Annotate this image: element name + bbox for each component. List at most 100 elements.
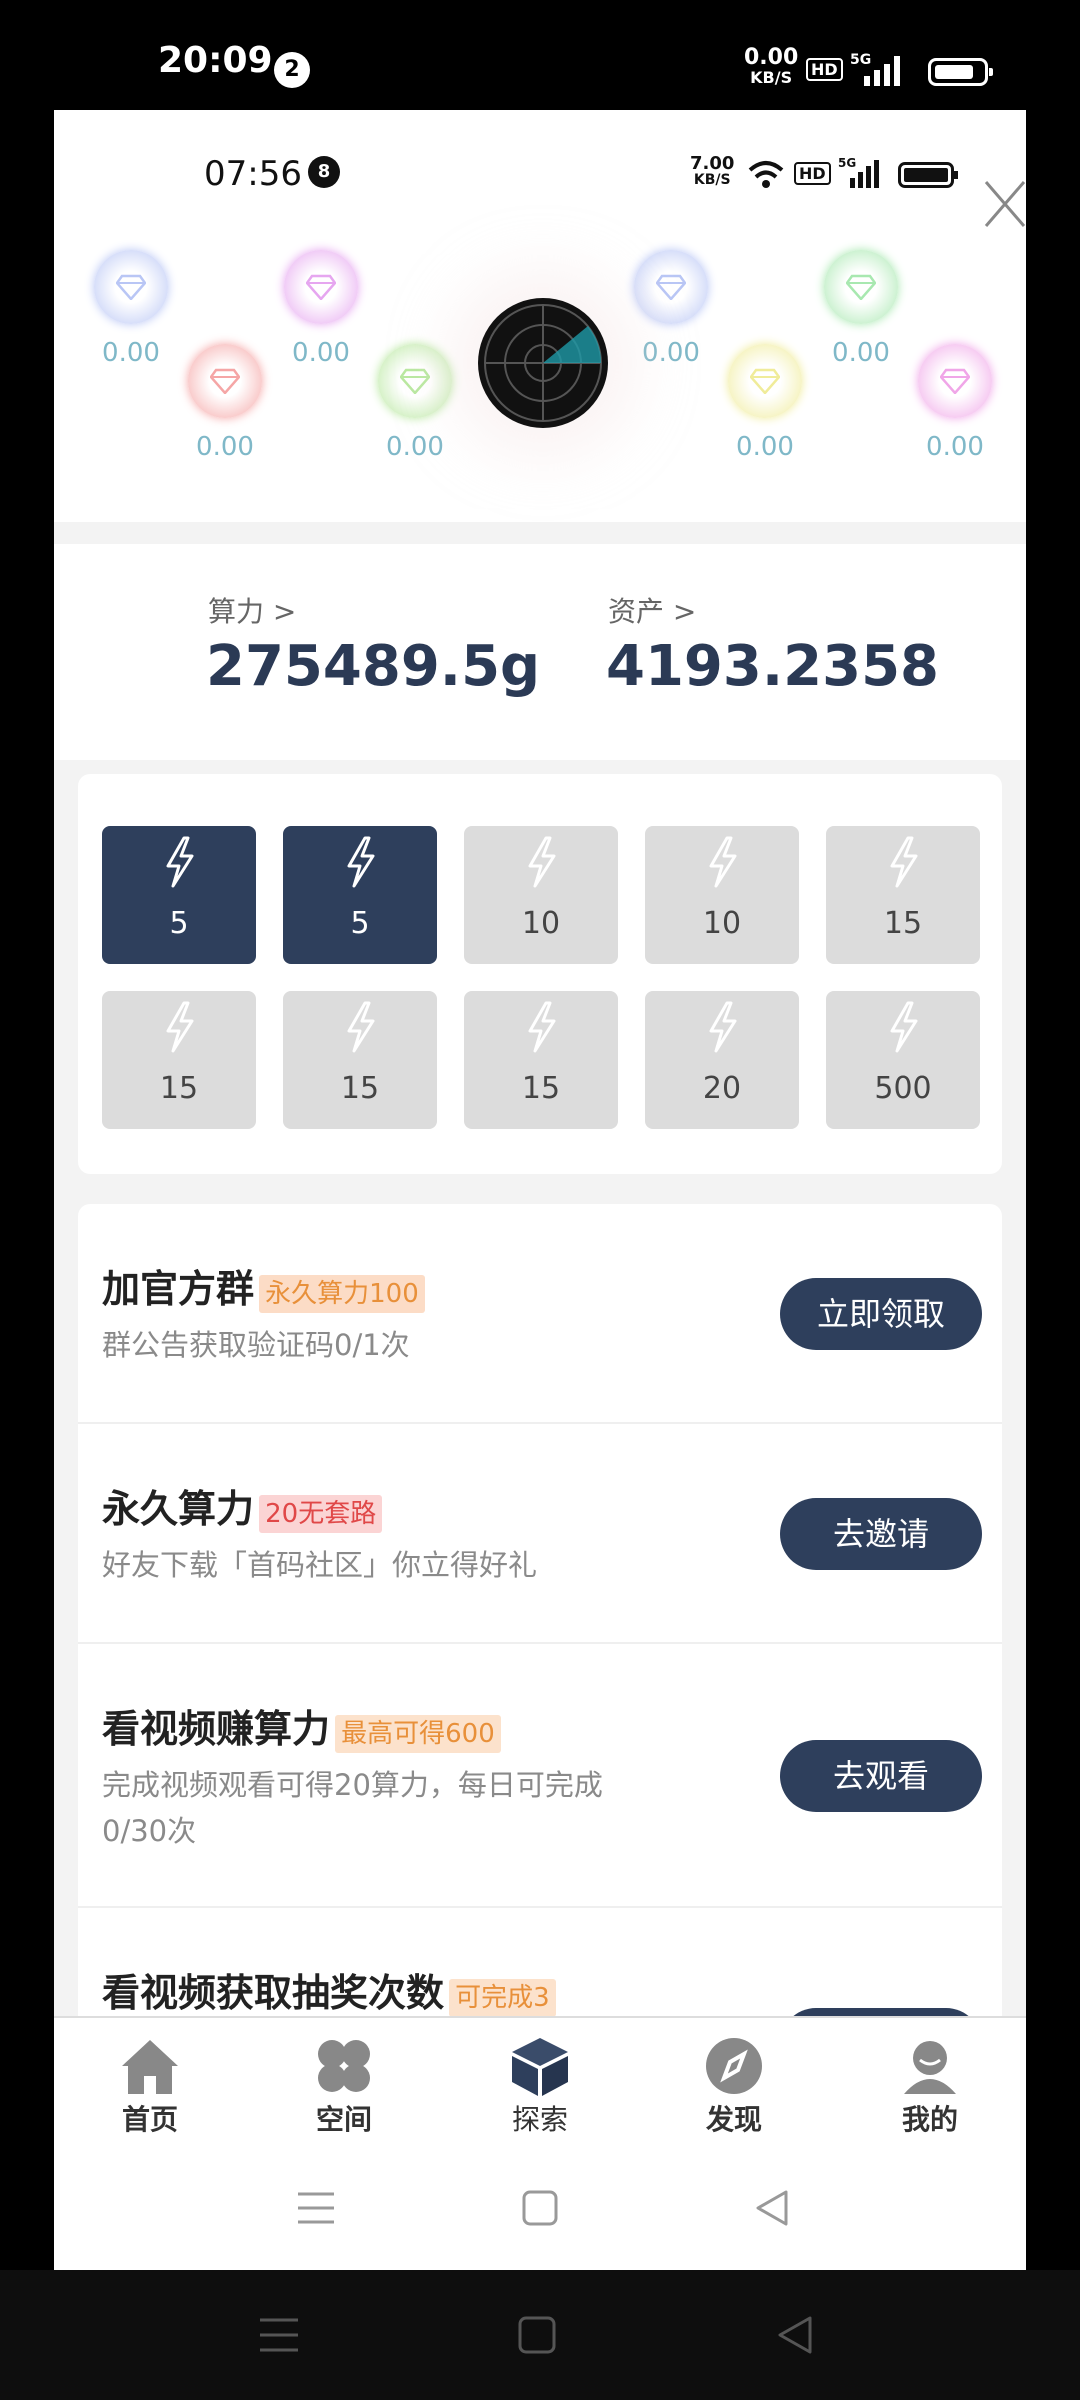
outer-system-nav: [0, 2270, 1080, 2400]
boost-tile[interactable]: 5: [283, 826, 437, 964]
user-icon: [904, 2041, 956, 2094]
outer-hd-badge: HD: [806, 58, 843, 81]
gem-icon[interactable]: [728, 344, 802, 418]
outer-net-speed-unit: KB/S: [750, 68, 793, 87]
gem-panel: 07:56 8 7.00 KB/S HD 5G 0.00 0.00 0.00 0.00: [54, 110, 1026, 522]
inner-notification-badge: 8: [308, 156, 340, 188]
outer-menu-icon[interactable]: [258, 2316, 300, 2354]
outer-status-bar: 20:09 2 0.00 KB/S HD 5G: [0, 0, 1080, 110]
boost-value: 10: [702, 906, 742, 941]
assets-link[interactable]: 资产 >: [608, 590, 696, 630]
task-title: 加官方群: [102, 1267, 255, 1311]
clover-icon: [318, 2040, 370, 2092]
claim-now-button[interactable]: 立即领取: [780, 1278, 982, 1350]
gem-icon[interactable]: [824, 250, 898, 324]
boost-value: 5: [350, 906, 370, 941]
home-square-icon[interactable]: [522, 2190, 558, 2226]
power-link[interactable]: 算力 >: [208, 590, 296, 630]
inner-system-nav: [54, 2146, 1026, 2270]
boost-tile[interactable]: 15: [283, 991, 437, 1129]
boost-value: 500: [874, 1071, 932, 1106]
gem-icon[interactable]: [94, 250, 168, 324]
task-tag: 永久算力100: [259, 1275, 425, 1313]
inner-clock: 07:56: [204, 154, 302, 194]
lightning-icon: [890, 836, 918, 888]
outer-net-speed: 0.00 KB/S: [744, 45, 799, 88]
boost-tile[interactable]: 500: [826, 991, 980, 1129]
outer-home-icon[interactable]: [518, 2316, 556, 2354]
nav-profile[interactable]: 我的: [870, 2018, 990, 2148]
outer-clock: 20:09: [158, 40, 273, 81]
back-icon[interactable]: [754, 2190, 790, 2226]
gem-value: 0.00: [736, 432, 794, 462]
boost-tile[interactable]: 10: [645, 826, 799, 964]
nav-space[interactable]: 空间: [284, 2018, 404, 2148]
outer-notification-badge: 2: [274, 52, 310, 88]
boost-tile[interactable]: 15: [464, 991, 618, 1129]
task-desc: 群公告获取验证码0/1次: [102, 1328, 410, 1362]
app-screen: 07:56 8 7.00 KB/S HD 5G 0.00 0.00 0.00 0.00: [54, 110, 1026, 2270]
menu-icon[interactable]: [296, 2190, 336, 2226]
lightning-icon: [709, 836, 737, 888]
invite-button[interactable]: 去邀请: [780, 1498, 982, 1570]
boost-tile[interactable]: 15: [102, 991, 256, 1129]
gem-value: 0.00: [642, 338, 700, 368]
task-invite: 永久算力 20无套路 好友下载「首码社区」你立得好礼 去邀请: [78, 1424, 1002, 1644]
nav-label: 探索: [511, 2103, 568, 2136]
inner-hd-badge: HD: [794, 162, 831, 185]
gem-icon[interactable]: [284, 250, 358, 324]
boost-tile[interactable]: 15: [826, 826, 980, 964]
outer-net-speed-value: 0.00: [744, 45, 799, 70]
boost-value: 5: [169, 906, 189, 941]
nav-home[interactable]: 首页: [90, 2018, 210, 2148]
lightning-icon: [890, 1001, 918, 1053]
task-desc-line: 完成视频观看可得20算力，每日可完成: [102, 1768, 603, 1802]
boost-tile[interactable]: 20: [645, 991, 799, 1129]
task-desc-line: 0/30次: [102, 1814, 197, 1848]
bottom-nav: 首页 空间 探索 发现 我的: [54, 2016, 1026, 2148]
boost-value: 20: [702, 1071, 742, 1106]
lightning-icon: [528, 1001, 556, 1053]
inner-battery-icon: [898, 162, 958, 188]
task-watch-video: 看视频赚算力 最高可得600 完成视频观看可得20算力，每日可完成 0/30次 …: [78, 1644, 1002, 1908]
boost-value: 15: [159, 1071, 199, 1106]
task-desc: 完成视频观看可得20算力，每日可完成 0/30次: [102, 1762, 603, 1854]
nav-explore[interactable]: 探索: [480, 2018, 600, 2148]
outer-back-icon[interactable]: [776, 2316, 814, 2354]
home-icon: [122, 2040, 178, 2094]
nav-label: 空间: [315, 2103, 372, 2136]
task-title: 看视频赚算力: [102, 1707, 331, 1751]
lightning-icon: [347, 836, 375, 888]
gem-icon[interactable]: [634, 250, 708, 324]
assets-value: 4193.2358: [606, 634, 939, 699]
inner-net-speed-unit: KB/S: [693, 172, 731, 188]
watch-button[interactable]: 去观看: [780, 1740, 982, 1812]
radar-icon[interactable]: [478, 298, 608, 428]
gem-value: 0.00: [102, 338, 160, 368]
boost-tile[interactable]: 10: [464, 826, 618, 964]
outer-battery-icon: [928, 58, 993, 86]
inner-net-speed-value: 7.00: [690, 153, 735, 174]
cube-icon: [512, 2038, 568, 2096]
gem-value: 0.00: [292, 338, 350, 368]
task-desc: 好友下载「首码社区」你立得好礼: [102, 1548, 538, 1582]
gem-icon[interactable]: [188, 344, 262, 418]
wifi-icon: [748, 161, 784, 188]
boost-tile[interactable]: 5: [102, 826, 256, 964]
inner-net-speed: 7.00 KB/S: [690, 153, 735, 189]
lightning-icon: [709, 1001, 737, 1053]
close-icon[interactable]: [984, 180, 1026, 228]
nav-label: 发现: [705, 2103, 762, 2136]
task-tag: 可完成3: [449, 1979, 556, 2017]
task-list: 加官方群 永久算力100 群公告获取验证码0/1次 立即领取 永久算力 20无套…: [78, 1204, 1002, 2034]
task-join-group: 加官方群 永久算力100 群公告获取验证码0/1次 立即领取: [78, 1204, 1002, 1424]
stats-panel: 算力 > 275489.5g 资产 > 4193.2358: [54, 544, 1026, 760]
gem-value: 0.00: [386, 432, 444, 462]
gem-icon[interactable]: [378, 344, 452, 418]
gem-icon[interactable]: [918, 344, 992, 418]
nav-discover[interactable]: 发现: [674, 2018, 794, 2148]
boost-value: 15: [521, 1071, 561, 1106]
inner-signal-icon: 5G: [838, 156, 884, 192]
gem-value: 0.00: [196, 432, 254, 462]
boost-value: 10: [521, 906, 561, 941]
